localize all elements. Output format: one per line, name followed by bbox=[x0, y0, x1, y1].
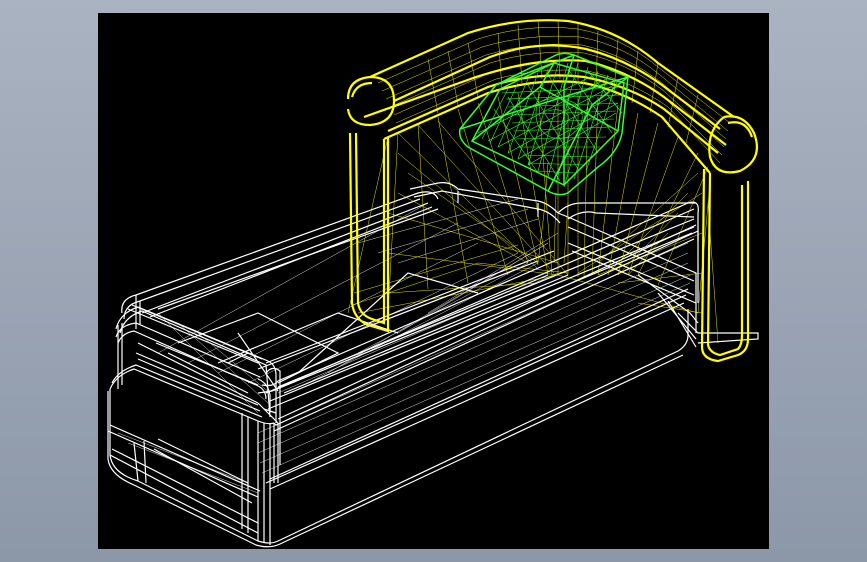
wireframe-canvas[interactable] bbox=[98, 13, 769, 549]
cad-viewport[interactable] bbox=[98, 13, 769, 549]
sofa-base-wireframe bbox=[107, 182, 759, 548]
backrest-mesh bbox=[347, 20, 731, 344]
